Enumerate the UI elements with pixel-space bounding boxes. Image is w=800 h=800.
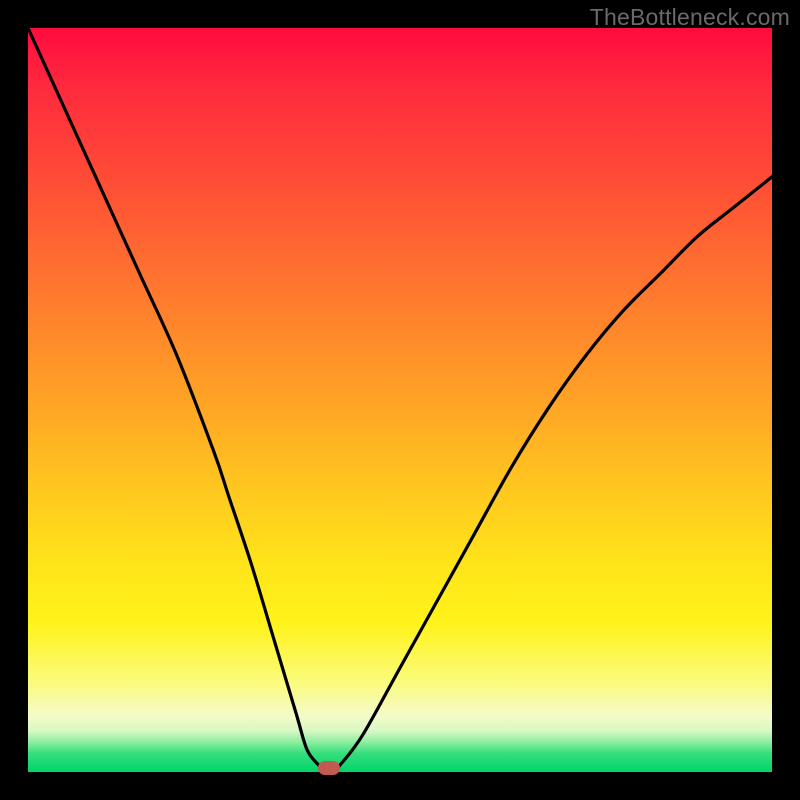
optimal-point-marker xyxy=(318,761,340,775)
chart-frame: TheBottleneck.com xyxy=(0,0,800,800)
watermark-text: TheBottleneck.com xyxy=(590,4,790,31)
plot-area xyxy=(28,28,772,772)
bottleneck-curve xyxy=(28,28,772,772)
